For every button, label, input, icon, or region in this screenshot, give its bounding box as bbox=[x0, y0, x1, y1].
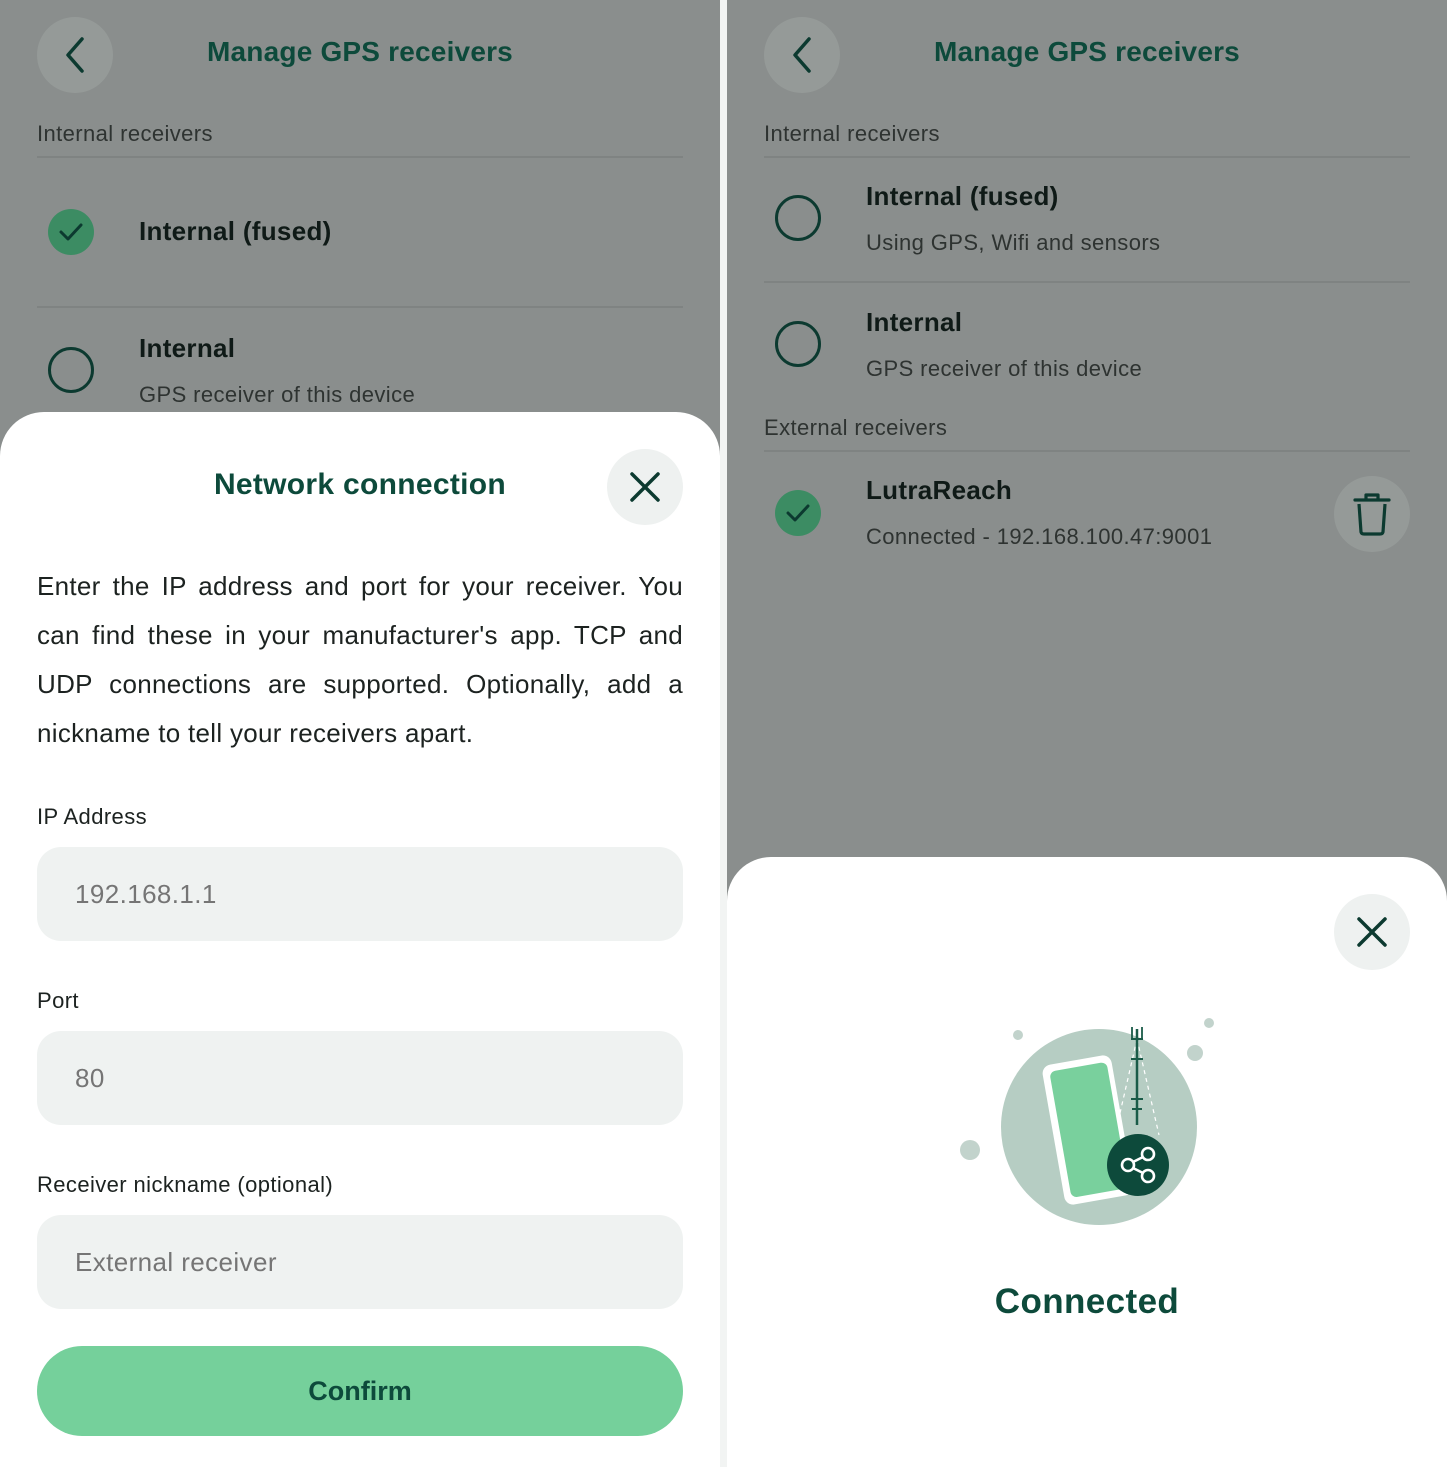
divider bbox=[764, 450, 1410, 452]
divider bbox=[37, 156, 683, 158]
nickname-label: Receiver nickname (optional) bbox=[37, 1172, 334, 1197]
receiver-name: Internal (fused) bbox=[866, 181, 1059, 211]
receiver-subtitle: GPS receiver of this device bbox=[139, 382, 416, 407]
receiver-name: Internal bbox=[866, 307, 963, 337]
connected-status: Connected bbox=[994, 1282, 1180, 1321]
section-label-internal: Internal receivers bbox=[37, 121, 213, 146]
receiver-name: Internal (fused) bbox=[139, 216, 332, 246]
radio-unselected[interactable] bbox=[775, 321, 821, 367]
radio-selected[interactable] bbox=[48, 209, 94, 255]
right-screen: Manage GPS receivers Internal receivers … bbox=[727, 0, 1447, 1467]
radio-unselected[interactable] bbox=[775, 195, 821, 241]
receiver-name: Internal bbox=[139, 333, 236, 363]
page-title: Manage GPS receivers bbox=[934, 36, 1240, 67]
section-label-external: External receivers bbox=[764, 415, 948, 440]
ip-address-input[interactable] bbox=[37, 847, 683, 941]
check-icon bbox=[59, 223, 83, 241]
network-connection-sheet: Network connection Enter the IP address … bbox=[0, 412, 720, 1467]
receiver-subtitle: Using GPS, Wifi and sensors bbox=[866, 230, 1161, 255]
radio-unselected[interactable] bbox=[48, 347, 94, 393]
left-screen: Manage GPS receivers Internal receivers … bbox=[0, 0, 720, 1467]
delete-receiver-button[interactable] bbox=[1334, 476, 1410, 552]
section-label-internal: Internal receivers bbox=[764, 121, 940, 146]
ip-address-label: IP Address bbox=[37, 804, 147, 829]
sheet-description: Enter the IP address and port for your r… bbox=[37, 571, 683, 748]
divider bbox=[764, 281, 1410, 283]
radio-selected[interactable] bbox=[775, 490, 821, 536]
connected-illustration bbox=[960, 1018, 1214, 1225]
connected-sheet: Connected bbox=[727, 857, 1447, 1467]
page-title: Manage GPS receivers bbox=[207, 36, 513, 67]
receiver-subtitle: Connected - 192.168.100.47:9001 bbox=[866, 524, 1213, 549]
nickname-input[interactable] bbox=[37, 1215, 683, 1309]
port-input[interactable] bbox=[37, 1031, 683, 1125]
check-icon bbox=[786, 504, 810, 522]
receiver-subtitle: GPS receiver of this device bbox=[866, 356, 1143, 381]
close-icon bbox=[630, 472, 660, 502]
close-button[interactable] bbox=[1334, 894, 1410, 970]
port-label: Port bbox=[37, 988, 79, 1013]
confirm-button[interactable]: Confirm bbox=[37, 1346, 683, 1436]
divider bbox=[37, 306, 683, 308]
receiver-name: LutraReach bbox=[866, 475, 1013, 505]
close-button[interactable] bbox=[607, 449, 683, 525]
divider bbox=[764, 156, 1410, 158]
close-icon bbox=[1357, 917, 1387, 947]
screen-divider bbox=[720, 0, 727, 1467]
trash-icon bbox=[1353, 493, 1391, 536]
